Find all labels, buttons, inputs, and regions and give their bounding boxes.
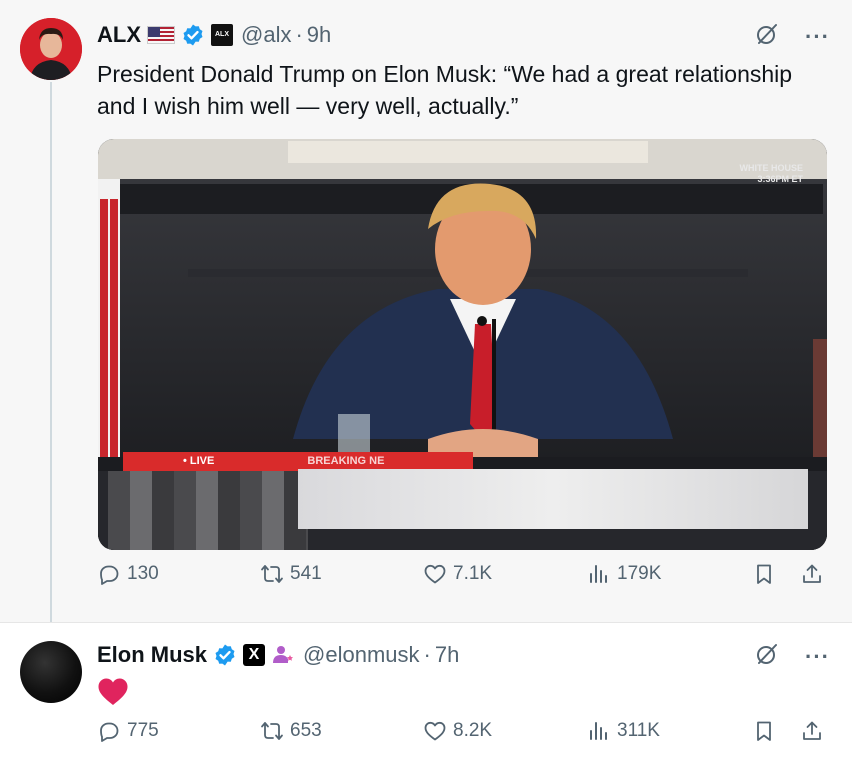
separator-dot: · — [295, 22, 303, 47]
separator-dot: · — [423, 642, 431, 667]
network-bug-time: 3:36PM ET — [757, 174, 803, 184]
author-handle[interactable]: @alx — [241, 22, 291, 48]
bookmark-icon — [757, 721, 771, 741]
tweet-header: ALX ALX @alx · 9h — [97, 20, 331, 50]
verified-icon[interactable] — [213, 643, 237, 667]
share-button[interactable] — [800, 562, 824, 586]
reply-count: 130 — [127, 563, 159, 584]
reply-icon — [100, 565, 119, 585]
bookmark-icon — [757, 564, 771, 584]
like-button[interactable]: 8.2K — [423, 719, 492, 743]
affiliate-badge-icon[interactable]: ALX — [211, 24, 233, 46]
blurred-caption-overlay — [298, 469, 808, 529]
retweet-button[interactable]: 653 — [260, 719, 322, 743]
tweet-top-actions: ··· — [755, 642, 830, 672]
retweet-button[interactable]: 541 — [260, 562, 322, 586]
grok-icon[interactable] — [755, 22, 779, 52]
bookmark-button[interactable] — [752, 562, 776, 586]
grok-icon[interactable] — [755, 642, 779, 672]
reply-count: 775 — [127, 720, 159, 741]
avatar-alx[interactable] — [20, 18, 82, 80]
author-name[interactable]: ALX — [97, 22, 141, 48]
views-count: 179K — [617, 563, 662, 584]
network-bug: WHITE HOUSE 3:36PM ET — [739, 163, 803, 185]
retweet-count: 653 — [290, 720, 322, 741]
live-label: • LIVE — [183, 455, 215, 467]
like-icon — [424, 721, 446, 741]
author-handle[interactable]: @elonmusk — [303, 642, 420, 668]
views-button[interactable]: 311K — [587, 719, 660, 743]
breaking-news-label: BREAKING NE — [307, 455, 385, 467]
avatar-alx-image — [20, 18, 82, 80]
timestamp[interactable]: 9h — [307, 22, 331, 48]
network-bug-line1: WHITE HOUSE — [739, 163, 803, 173]
video-player[interactable]: WHITE HOUSE 3:36PM ET • LIVE BREAKING NE — [98, 139, 827, 550]
views-count: 311K — [617, 720, 660, 741]
heart-emoji — [98, 678, 128, 705]
retweet-icon — [261, 565, 283, 583]
thread-line — [50, 82, 52, 622]
author-name[interactable]: Elon Musk — [97, 642, 207, 668]
avatar-elonmusk[interactable] — [20, 641, 82, 703]
more-icon[interactable]: ··· — [805, 24, 830, 50]
tweet-header: Elon Musk X @elonmusk · 7h — [97, 640, 459, 670]
like-count: 7.1K — [453, 563, 493, 584]
person-badge-icon — [271, 643, 295, 667]
retweet-count: 541 — [290, 563, 322, 584]
reply-button[interactable]: 775 — [97, 719, 159, 743]
share-button[interactable] — [800, 719, 824, 743]
views-button[interactable]: 179K — [587, 562, 661, 586]
x-affiliate-icon[interactable]: X — [243, 644, 266, 666]
x-affiliate-label: X — [243, 644, 266, 666]
us-flag-icon — [147, 26, 175, 44]
share-icon — [803, 564, 821, 583]
pixelated-overlay — [108, 471, 308, 550]
reply-icon — [100, 722, 119, 742]
like-icon — [424, 564, 446, 584]
verified-icon[interactable] — [181, 23, 205, 47]
like-button[interactable]: 7.1K — [423, 562, 492, 586]
more-icon[interactable]: ··· — [805, 644, 830, 670]
views-icon — [590, 722, 607, 740]
tweet-top-actions: ··· — [755, 22, 830, 52]
views-icon — [590, 565, 607, 583]
reply-button[interactable]: 130 — [97, 562, 159, 586]
tweet-text: President Donald Trump on Elon Musk: “We… — [97, 61, 793, 119]
affiliate-badge-label: ALX — [211, 24, 233, 46]
tweet-alx[interactable]: ALX ALX @alx · 9h ··· President Donald T… — [0, 0, 852, 622]
bookmark-button[interactable] — [752, 719, 776, 743]
timestamp[interactable]: 7h — [435, 642, 459, 668]
like-count: 8.2K — [453, 720, 493, 741]
share-icon — [803, 721, 821, 740]
retweet-icon — [261, 722, 283, 740]
